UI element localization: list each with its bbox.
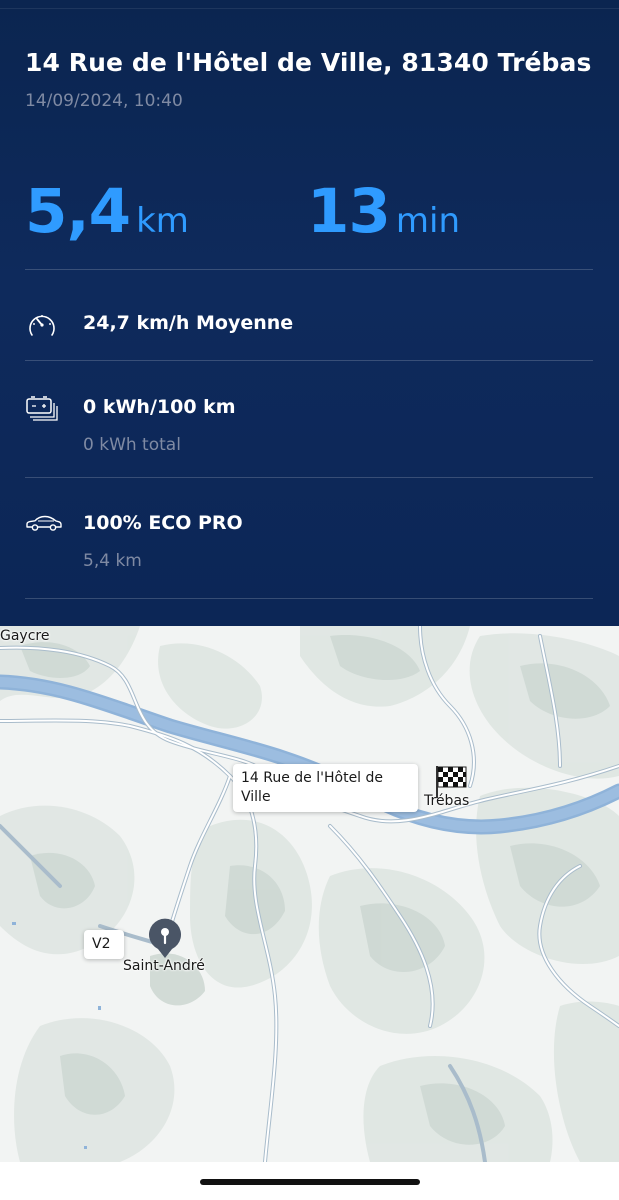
trip-summary-panel: 14 Rue de l'Hôtel de Ville, 81340 Trébas… xyxy=(0,0,619,626)
map-canvas xyxy=(0,626,619,1162)
start-callout[interactable]: V2 xyxy=(84,930,124,959)
consumption-text: 0 kWh/100 km xyxy=(83,396,236,418)
duration-unit: min xyxy=(395,201,461,241)
battery-icon xyxy=(25,394,59,426)
speedometer-icon xyxy=(25,309,59,343)
divider xyxy=(25,598,593,599)
car-icon xyxy=(25,514,63,536)
home-indicator[interactable] xyxy=(200,1179,420,1185)
distance-unit: km xyxy=(136,201,189,241)
place-label-gaycre: Gaycre xyxy=(0,628,50,644)
average-speed-text: 24,7 km/h Moyenne xyxy=(83,312,294,334)
divider xyxy=(25,477,593,478)
top-divider xyxy=(0,8,619,9)
duration-value: 13 xyxy=(307,176,391,247)
distance-value: 5,4 xyxy=(25,176,131,247)
divider xyxy=(25,360,593,361)
distance-readout: 5,4 km xyxy=(25,176,189,247)
duration-readout: 13 min xyxy=(307,176,460,247)
energy-total-text: 0 kWh total xyxy=(83,435,181,455)
destination-callout[interactable]: 14 Rue de l'Hôtel de Ville xyxy=(233,764,418,812)
trip-datetime: 14/09/2024, 10:40 xyxy=(25,91,183,111)
trip-address: 14 Rue de l'Hôtel de Ville, 81340 Trébas xyxy=(25,48,592,77)
eco-pro-distance-text: 5,4 km xyxy=(83,551,142,571)
trip-map[interactable]: Gaycre Trébas Saint-André 14 Rue de l'Hô… xyxy=(0,626,619,1162)
place-label-saint-andre: Saint-André xyxy=(123,958,205,974)
divider xyxy=(25,269,593,270)
eco-pro-text: 100% ECO PRO xyxy=(83,512,243,534)
